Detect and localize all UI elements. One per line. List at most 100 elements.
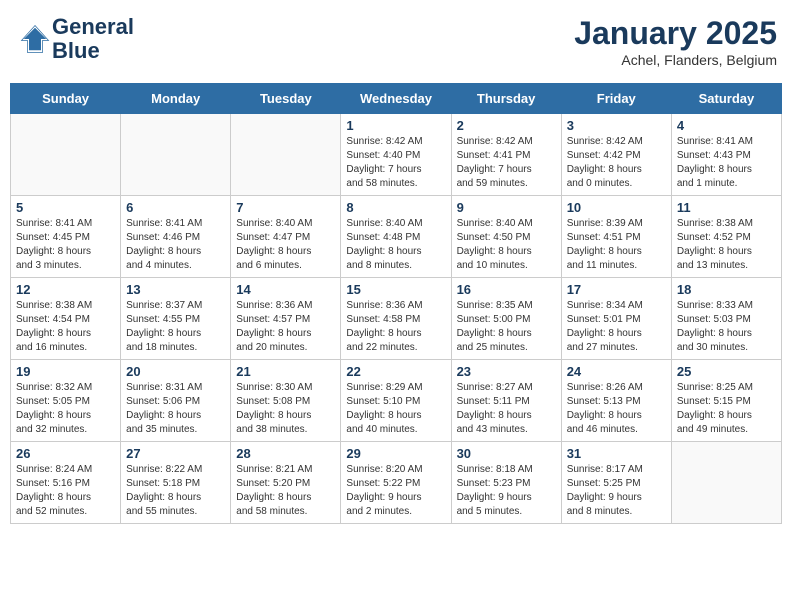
day-number: 21 — [236, 364, 335, 379]
day-info: Sunrise: 8:21 AM Sunset: 5:20 PM Dayligh… — [236, 463, 335, 519]
day-number: 10 — [567, 200, 666, 215]
day-info: Sunrise: 8:40 AM Sunset: 4:50 PM Dayligh… — [457, 217, 556, 273]
day-number: 3 — [567, 118, 666, 133]
day-number: 17 — [567, 282, 666, 297]
day-info: Sunrise: 8:29 AM Sunset: 5:10 PM Dayligh… — [346, 381, 445, 437]
day-info: Sunrise: 8:41 AM Sunset: 4:45 PM Dayligh… — [16, 217, 115, 273]
weekday-header-wednesday: Wednesday — [341, 84, 451, 114]
calendar-cell — [231, 114, 341, 196]
calendar-cell: 6 Sunrise: 8:41 AM Sunset: 4:46 PM Daylig… — [121, 196, 231, 278]
day-info: Sunrise: 8:31 AM Sunset: 5:06 PM Dayligh… — [126, 381, 225, 437]
calendar-cell: 24Sunrise: 8:26 AM Sunset: 5:13 PM Dayli… — [561, 360, 671, 442]
calendar-cell — [11, 114, 121, 196]
day-number: 11 — [677, 200, 776, 215]
calendar-cell: 2 Sunrise: 8:42 AM Sunset: 4:41 PM Daylig… — [451, 114, 561, 196]
day-number: 31 — [567, 446, 666, 461]
calendar-cell: 15 Sunrise: 8:36 AM Sunset: 4:58 PM Dayli… — [341, 278, 451, 360]
calendar-week-4: 19Sunrise: 8:32 AM Sunset: 5:05 PM Dayli… — [11, 360, 782, 442]
weekday-header-tuesday: Tuesday — [231, 84, 341, 114]
calendar-cell: 17 Sunrise: 8:34 AM Sunset: 5:01 PM Dayli… — [561, 278, 671, 360]
day-number: 2 — [457, 118, 556, 133]
calendar-body: 1 Sunrise: 8:42 AM Sunset: 4:40 PM Daylig… — [11, 114, 782, 524]
calendar-cell — [671, 442, 781, 524]
day-info: Sunrise: 8:40 AM Sunset: 4:48 PM Dayligh… — [346, 217, 445, 273]
calendar-cell: 26 Sunrise: 8:24 AM Sunset: 5:16 PM Dayli… — [11, 442, 121, 524]
calendar-cell: 29 Sunrise: 8:20 AM Sunset: 5:22 PM Dayli… — [341, 442, 451, 524]
calendar-cell: 31 Sunrise: 8:17 AM Sunset: 5:25 PM Dayli… — [561, 442, 671, 524]
calendar-cell: 30Sunrise: 8:18 AM Sunset: 5:23 PM Dayli… — [451, 442, 561, 524]
calendar-cell: 7 Sunrise: 8:40 AM Sunset: 4:47 PM Daylig… — [231, 196, 341, 278]
calendar-cell: 14Sunrise: 8:36 AM Sunset: 4:57 PM Dayli… — [231, 278, 341, 360]
calendar-cell: 19Sunrise: 8:32 AM Sunset: 5:05 PM Dayli… — [11, 360, 121, 442]
calendar-week-1: 1 Sunrise: 8:42 AM Sunset: 4:40 PM Daylig… — [11, 114, 782, 196]
day-number: 22 — [346, 364, 445, 379]
weekday-header-saturday: Saturday — [671, 84, 781, 114]
day-info: Sunrise: 8:24 AM Sunset: 5:16 PM Dayligh… — [16, 463, 115, 519]
calendar-cell: 11 Sunrise: 8:38 AM Sunset: 4:52 PM Dayli… — [671, 196, 781, 278]
location-subtitle: Achel, Flanders, Belgium — [574, 52, 777, 68]
calendar-cell: 12Sunrise: 8:38 AM Sunset: 4:54 PM Dayli… — [11, 278, 121, 360]
day-number: 15 — [346, 282, 445, 297]
calendar-cell: 5 Sunrise: 8:41 AM Sunset: 4:45 PM Daylig… — [11, 196, 121, 278]
day-number: 29 — [346, 446, 445, 461]
day-info: Sunrise: 8:18 AM Sunset: 5:23 PM Dayligh… — [457, 463, 556, 519]
day-number: 7 — [236, 200, 335, 215]
day-info: Sunrise: 8:41 AM Sunset: 4:43 PM Dayligh… — [677, 135, 776, 191]
day-info: Sunrise: 8:41 AM Sunset: 4:46 PM Dayligh… — [126, 217, 225, 273]
calendar-cell: 8 Sunrise: 8:40 AM Sunset: 4:48 PM Daylig… — [341, 196, 451, 278]
calendar-cell: 18Sunrise: 8:33 AM Sunset: 5:03 PM Dayli… — [671, 278, 781, 360]
calendar-cell: 16 Sunrise: 8:35 AM Sunset: 5:00 PM Dayli… — [451, 278, 561, 360]
title-block: January 2025 Achel, Flanders, Belgium — [574, 15, 777, 68]
weekday-header-row: SundayMondayTuesdayWednesdayThursdayFrid… — [11, 84, 782, 114]
weekday-header-sunday: Sunday — [11, 84, 121, 114]
day-number: 4 — [677, 118, 776, 133]
month-title: January 2025 — [574, 15, 777, 52]
calendar-week-3: 12Sunrise: 8:38 AM Sunset: 4:54 PM Dayli… — [11, 278, 782, 360]
day-info: Sunrise: 8:42 AM Sunset: 4:40 PM Dayligh… — [346, 135, 445, 191]
day-number: 5 — [16, 200, 115, 215]
day-info: Sunrise: 8:37 AM Sunset: 4:55 PM Dayligh… — [126, 299, 225, 355]
day-info: Sunrise: 8:26 AM Sunset: 5:13 PM Dayligh… — [567, 381, 666, 437]
calendar-cell: 25Sunrise: 8:25 AM Sunset: 5:15 PM Dayli… — [671, 360, 781, 442]
day-info: Sunrise: 8:30 AM Sunset: 5:08 PM Dayligh… — [236, 381, 335, 437]
day-number: 8 — [346, 200, 445, 215]
day-info: Sunrise: 8:34 AM Sunset: 5:01 PM Dayligh… — [567, 299, 666, 355]
calendar-cell: 23 Sunrise: 8:27 AM Sunset: 5:11 PM Dayli… — [451, 360, 561, 442]
calendar-cell: 1 Sunrise: 8:42 AM Sunset: 4:40 PM Daylig… — [341, 114, 451, 196]
day-number: 18 — [677, 282, 776, 297]
day-info: Sunrise: 8:40 AM Sunset: 4:47 PM Dayligh… — [236, 217, 335, 273]
calendar-cell: 22 Sunrise: 8:29 AM Sunset: 5:10 PM Dayli… — [341, 360, 451, 442]
calendar-cell: 28 Sunrise: 8:21 AM Sunset: 5:20 PM Dayli… — [231, 442, 341, 524]
day-number: 28 — [236, 446, 335, 461]
day-number: 1 — [346, 118, 445, 133]
day-number: 27 — [126, 446, 225, 461]
day-info: Sunrise: 8:27 AM Sunset: 5:11 PM Dayligh… — [457, 381, 556, 437]
logo: GeneralBlue — [20, 15, 134, 63]
day-number: 23 — [457, 364, 556, 379]
logo-text: GeneralBlue — [52, 15, 134, 63]
day-info: Sunrise: 8:42 AM Sunset: 4:42 PM Dayligh… — [567, 135, 666, 191]
day-number: 6 — [126, 200, 225, 215]
day-info: Sunrise: 8:38 AM Sunset: 4:54 PM Dayligh… — [16, 299, 115, 355]
day-info: Sunrise: 8:38 AM Sunset: 4:52 PM Dayligh… — [677, 217, 776, 273]
day-info: Sunrise: 8:20 AM Sunset: 5:22 PM Dayligh… — [346, 463, 445, 519]
page-header: GeneralBlue January 2025 Achel, Flanders… — [10, 10, 782, 73]
weekday-header-monday: Monday — [121, 84, 231, 114]
day-number: 9 — [457, 200, 556, 215]
day-info: Sunrise: 8:25 AM Sunset: 5:15 PM Dayligh… — [677, 381, 776, 437]
day-info: Sunrise: 8:17 AM Sunset: 5:25 PM Dayligh… — [567, 463, 666, 519]
calendar-cell: 9 Sunrise: 8:40 AM Sunset: 4:50 PM Daylig… — [451, 196, 561, 278]
day-info: Sunrise: 8:42 AM Sunset: 4:41 PM Dayligh… — [457, 135, 556, 191]
day-info: Sunrise: 8:39 AM Sunset: 4:51 PM Dayligh… — [567, 217, 666, 273]
day-info: Sunrise: 8:35 AM Sunset: 5:00 PM Dayligh… — [457, 299, 556, 355]
weekday-header-friday: Friday — [561, 84, 671, 114]
day-number: 19 — [16, 364, 115, 379]
day-number: 26 — [16, 446, 115, 461]
calendar-week-5: 26 Sunrise: 8:24 AM Sunset: 5:16 PM Dayli… — [11, 442, 782, 524]
day-number: 16 — [457, 282, 556, 297]
day-info: Sunrise: 8:36 AM Sunset: 4:58 PM Dayligh… — [346, 299, 445, 355]
weekday-header-thursday: Thursday — [451, 84, 561, 114]
calendar-cell: 3 Sunrise: 8:42 AM Sunset: 4:42 PM Daylig… — [561, 114, 671, 196]
calendar-week-2: 5 Sunrise: 8:41 AM Sunset: 4:45 PM Daylig… — [11, 196, 782, 278]
day-number: 13 — [126, 282, 225, 297]
